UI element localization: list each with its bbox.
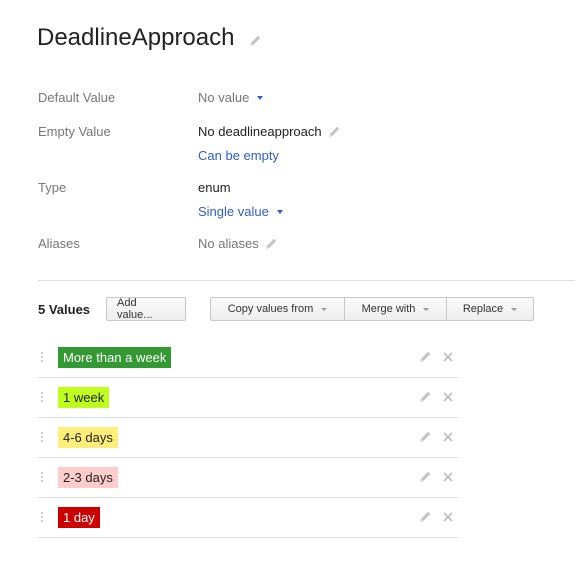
empty-value-text: No deadlineapproach [198,124,322,139]
drag-handle-icon[interactable] [41,352,43,364]
list-item: 2-3 days [38,458,458,498]
aliases-label: Aliases [38,236,80,251]
values-count: 5 Values [38,301,91,317]
caret-down-icon [423,308,430,311]
values-actions-group: Copy values from Merge with Replace [210,297,534,321]
pencil-icon[interactable] [418,470,432,484]
value-chip[interactable]: 4-6 days [58,427,118,448]
row-actions [418,470,458,484]
type-label: Type [38,180,67,195]
drag-handle-icon[interactable] [41,512,43,524]
pencil-icon[interactable] [418,510,432,524]
list-item: 1 week [38,378,458,418]
list-item: 4-6 days [38,418,458,458]
replace-label: Replace [462,303,504,315]
page-title: DeadlineApproach [37,24,235,51]
caret-down-icon [257,96,264,100]
values-toolbar: 5 Values Add value... Copy values from M… [38,297,534,321]
value-chip[interactable]: 2-3 days [58,467,118,488]
value-chip[interactable]: 1 day [58,507,100,528]
default-value-label: Default Value [38,90,116,105]
close-icon[interactable] [442,511,454,523]
section-divider [38,280,575,281]
row-actions [418,350,458,364]
single-value-dropdown[interactable]: Single value [198,204,283,219]
aliases-field[interactable]: No aliases [198,236,278,251]
list-item: 1 day [38,498,458,538]
pencil-icon[interactable] [418,350,432,364]
value-chip[interactable]: More than a week [58,347,172,368]
empty-value-field[interactable]: No deadlineapproach [198,124,341,139]
row-actions [418,430,458,444]
value-chip[interactable]: 1 week [58,387,110,408]
list-item: More than a week [38,338,458,378]
row-actions [418,390,458,404]
type-value: enum [198,180,231,195]
pencil-icon[interactable] [327,125,341,139]
caret-down-icon [511,308,518,311]
values-list: More than a week 1 week 4-6 days 2-3 day… [38,338,458,538]
copy-values-from-button[interactable]: Copy values from [210,297,344,321]
merge-with-label: Merge with [361,303,416,315]
row-actions [418,510,458,524]
pencil-icon[interactable] [248,34,262,48]
single-value-text: Single value [198,204,269,219]
pencil-icon[interactable] [418,390,432,404]
close-icon[interactable] [442,431,454,443]
pencil-icon[interactable] [418,430,432,444]
caret-down-icon [321,308,328,311]
default-value-text: No value [198,90,250,105]
close-icon[interactable] [442,351,454,363]
drag-handle-icon[interactable] [41,472,43,484]
copy-values-from-label: Copy values from [227,303,314,315]
aliases-text: No aliases [198,236,259,251]
drag-handle-icon[interactable] [41,432,43,444]
close-icon[interactable] [442,471,454,483]
title-row: DeadlineApproach [37,24,262,52]
close-icon[interactable] [442,391,454,403]
empty-value-label: Empty Value [38,124,111,139]
can-be-empty-link[interactable]: Can be empty [198,148,279,163]
replace-button[interactable]: Replace [446,297,534,321]
merge-with-button[interactable]: Merge with [344,297,446,321]
drag-handle-icon[interactable] [41,392,43,404]
add-value-label: Add value... [117,297,153,321]
default-value-dropdown[interactable]: No value [198,90,264,105]
add-value-button[interactable]: Add value... [106,297,186,321]
pencil-icon[interactable] [264,237,278,251]
caret-down-icon [276,210,283,214]
